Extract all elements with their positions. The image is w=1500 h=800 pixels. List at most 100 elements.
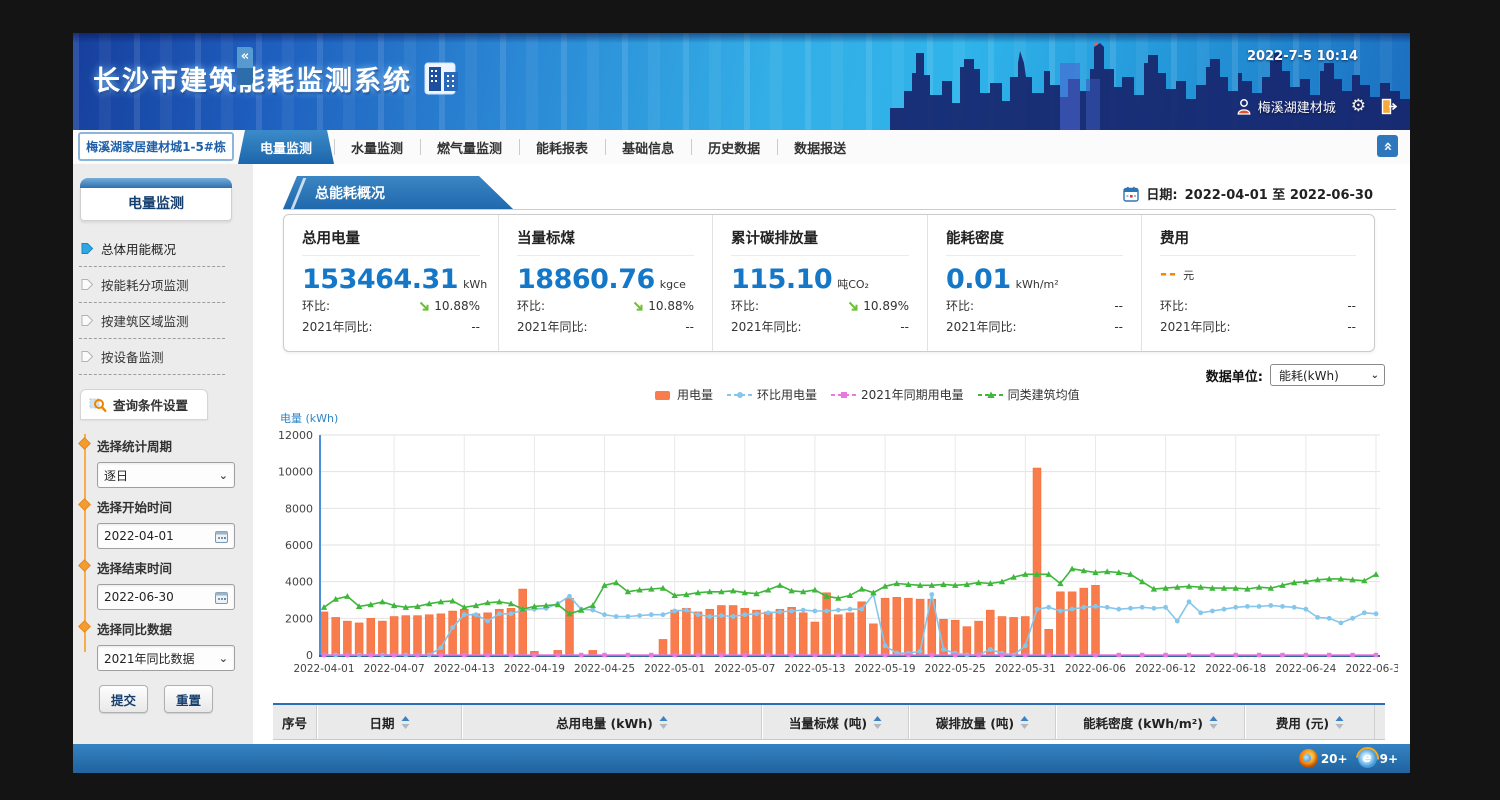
table-header-碳排放量 (吨)[interactable]: 碳排放量 (吨): [909, 705, 1056, 739]
calendar-icon: [215, 530, 228, 543]
sidebar-item-按建筑区域监测[interactable]: 按建筑区域监测: [79, 303, 225, 339]
sort-icon[interactable]: [1020, 716, 1029, 729]
svg-text:电量 (kWh): 电量 (kWh): [280, 412, 338, 425]
sort-icon[interactable]: [659, 716, 668, 729]
card-mom-row: 环比: 10.89%: [731, 296, 909, 317]
legend-item-2021年同期用电量[interactable]: 2021年同期用电量: [831, 386, 964, 403]
sort-icon[interactable]: [873, 716, 882, 729]
card-yoy-row: 2021年同比:--: [1160, 317, 1356, 338]
sidebar: 电量监测 总体用能概况 按能耗分项监测 按建筑区域监测 按设备监测 查询条件设置…: [73, 164, 254, 744]
start-date-label: 选择开始时间: [97, 497, 253, 516]
username-label[interactable]: 梅溪湖建材城: [1258, 97, 1336, 116]
chevron-down-icon: ⌄: [1371, 370, 1379, 381]
query-settings-title: 查询条件设置: [113, 395, 188, 414]
end-date-input[interactable]: 2022-06-30: [97, 584, 235, 610]
svg-text:2022-05-25: 2022-05-25: [925, 663, 986, 675]
header-datetime: 2022-7-5 10:14: [1247, 49, 1358, 64]
main-nav-bar: 梅溪湖家居建材城1-5#栋 电量监测水量监测燃气量监测能耗报表基础信息历史数据数…: [73, 130, 1410, 165]
sidebar-item-按能耗分项监测[interactable]: 按能耗分项监测: [79, 267, 225, 303]
chart-svg: 0200040006000800010000120002022-04-01202…: [278, 408, 1398, 698]
firefox-badge-label: 20+: [1321, 752, 1348, 766]
arrow-right-icon: [81, 314, 94, 327]
arrow-right-icon: [81, 242, 94, 255]
trend-down-icon: [418, 301, 430, 313]
tab-基础信息[interactable]: 基础信息: [605, 130, 691, 164]
legend-item-环比用电量[interactable]: 环比用电量: [727, 386, 817, 403]
sort-icon[interactable]: [1335, 716, 1344, 729]
logout-icon[interactable]: [1381, 98, 1398, 115]
buildings-logo-icon: [424, 62, 462, 95]
card-value: 18860.76kgce: [517, 264, 694, 296]
query-search-icon: [89, 397, 107, 413]
tab-燃气量监测[interactable]: 燃气量监测: [420, 130, 519, 164]
trend-down-icon: [847, 301, 859, 313]
card-value: 115.10吨CO₂: [731, 264, 909, 296]
svg-text:2022-05-13: 2022-05-13: [784, 663, 845, 675]
table-header-总用电量 (kWh)[interactable]: 总用电量 (kWh): [462, 705, 762, 739]
data-unit-row: 数据单位: 能耗(kWh)⌄: [1206, 364, 1385, 386]
svg-text:2022-04-13: 2022-04-13: [434, 663, 495, 675]
tab-水量监测[interactable]: 水量监测: [334, 130, 420, 164]
building-selector[interactable]: 梅溪湖家居建材城1-5#栋: [78, 132, 234, 161]
tab-电量监测[interactable]: 电量监测: [238, 130, 334, 164]
ie-badge-label: 9+: [1380, 752, 1398, 766]
end-date-label: 选择结束时间: [97, 558, 253, 577]
tab-历史数据[interactable]: 历史数据: [691, 130, 777, 164]
sidebar-item-总体用能概况[interactable]: 总体用能概况: [79, 231, 225, 267]
card-title: 总用电量: [302, 227, 480, 256]
card-value: 0.01kWh/m²: [946, 264, 1123, 296]
reset-button[interactable]: 重置: [164, 685, 213, 713]
data-table: 序号日期 总用电量 (kWh) 当量标煤 (吨) 碳排放量 (吨) 能耗密度 (…: [273, 703, 1385, 740]
stat-card-当量标煤: 当量标煤 18860.76kgce 环比: 10.88% 2021年同比:--: [499, 215, 713, 351]
stat-card-总用电量: 总用电量 153464.31kWh 环比: 10.88% 2021年同比:--: [284, 215, 499, 351]
sidebar-collapse-handle[interactable]: «: [237, 47, 253, 85]
card-title: 能耗密度: [946, 227, 1123, 256]
svg-text:2022-04-01: 2022-04-01: [293, 663, 354, 675]
sort-icon[interactable]: [401, 716, 410, 729]
tab-能耗报表[interactable]: 能耗报表: [519, 130, 605, 164]
table-header-费用 (元)[interactable]: 费用 (元): [1245, 705, 1375, 739]
table-header-当量标煤 (吨)[interactable]: 当量标煤 (吨): [762, 705, 909, 739]
sidebar-item-按设备监测[interactable]: 按设备监测: [79, 339, 225, 375]
calendar-icon: [215, 591, 228, 604]
query-settings-header: 查询条件设置: [80, 389, 208, 420]
table-header-能耗密度 (kWh/m²)[interactable]: 能耗密度 (kWh/m²): [1056, 705, 1245, 739]
stat-card-能耗密度: 能耗密度 0.01kWh/m² 环比:-- 2021年同比:--: [928, 215, 1142, 351]
legend-item-用电量[interactable]: 用电量: [653, 386, 713, 403]
collapse-up-button[interactable]: «: [1377, 135, 1398, 157]
chart-legend: 用电量环比用电量 2021年同期用电量同类建筑均值: [653, 386, 1080, 403]
settings-gear-icon[interactable]: ⚙: [1351, 98, 1366, 115]
stat-cards: 总用电量 153464.31kWh 环比: 10.88% 2021年同比:-- …: [283, 214, 1375, 352]
app-window: 长沙市建筑能耗监测系统 2022-7-5 10:14: [73, 33, 1410, 773]
table-header-row: 序号日期 总用电量 (kWh) 当量标煤 (吨) 碳排放量 (吨) 能耗密度 (…: [273, 705, 1385, 740]
card-yoy-row: 2021年同比:--: [731, 317, 909, 338]
screen-background: 长沙市建筑能耗监测系统 2022-7-5 10:14: [0, 0, 1500, 800]
user-icon: [1236, 98, 1252, 115]
tab-数据报送[interactable]: 数据报送: [777, 130, 863, 164]
table-header-日期[interactable]: 日期: [317, 705, 462, 739]
card-mom-row: 环比: 10.88%: [302, 296, 480, 317]
card-mom-row: 环比:--: [1160, 296, 1356, 317]
stat-period-select[interactable]: 逐日⌄: [97, 462, 235, 488]
legend-item-同类建筑均值[interactable]: 同类建筑均值: [978, 386, 1080, 403]
yoy-data-select[interactable]: 2021年同比数据⌄: [97, 645, 235, 671]
sidebar-panel-title: 电量监测: [80, 188, 232, 221]
overview-panel-tab: 总能耗概况: [283, 176, 513, 209]
start-date-input[interactable]: 2022-04-01: [97, 523, 235, 549]
svg-text:10000: 10000: [278, 466, 313, 479]
ie-icon: e: [1358, 749, 1377, 768]
date-label: 日期:: [1146, 184, 1177, 203]
svg-text:2022-04-07: 2022-04-07: [364, 663, 425, 675]
firefox-version-badge: 20+: [1299, 749, 1348, 768]
card-yoy-row: 2021年同比:--: [946, 317, 1123, 338]
arrow-right-icon: [81, 350, 94, 363]
firefox-icon: [1299, 749, 1318, 768]
card-mom-row: 环比:--: [946, 296, 1123, 317]
svg-text:4000: 4000: [285, 576, 313, 589]
submit-button[interactable]: 提交: [99, 685, 148, 713]
divider: [283, 209, 1396, 210]
card-yoy-row: 2021年同比:--: [517, 317, 694, 338]
data-unit-select[interactable]: 能耗(kWh)⌄: [1270, 364, 1385, 386]
sort-icon[interactable]: [1209, 716, 1218, 729]
svg-text:2022-06-24: 2022-06-24: [1275, 663, 1336, 675]
